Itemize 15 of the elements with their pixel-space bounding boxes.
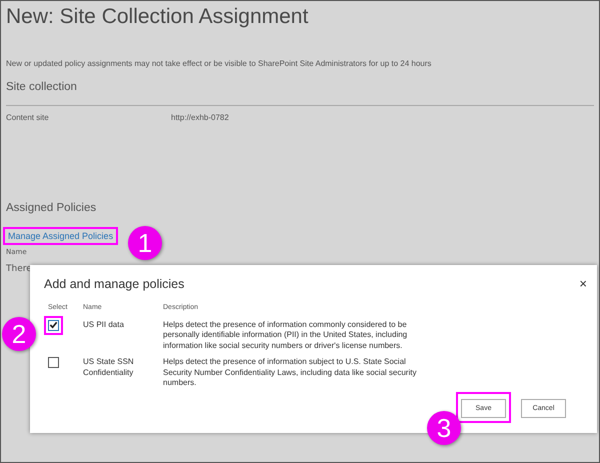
policy-name: US PII data: [83, 320, 125, 330]
check-icon: [49, 320, 58, 330]
policy-description: Helps detect the presence of information commonly considered to be personally identifiable information (PII) in the United States, including information like social security numbers or driver's license numbers.: [163, 320, 408, 351]
field-label: Content site: [6, 113, 50, 122]
field-value: http://exhb-0782: [171, 113, 229, 122]
policy-description: Helps detect the presence of information subject to U.S. State Social Security Number Confidentiality Laws, including data like social security numbers.: [163, 357, 418, 388]
checkbox[interactable]: [48, 320, 59, 330]
checkbox[interactable]: [48, 357, 59, 368]
page-title: New: Site Collection Assignment: [6, 5, 310, 29]
close-button[interactable]: ×: [579, 276, 587, 291]
notice-text: New or updated policy assignments may not take effect or be visible to SharePoint Site Administrators for up to 24 hours: [6, 59, 432, 68]
section-heading: Site collection: [6, 81, 78, 93]
section-heading: Assigned Policies: [6, 202, 98, 214]
dialog-title: Add and manage policies: [44, 276, 184, 290]
policy-name: US State SSN Confidentiality: [83, 357, 135, 379]
